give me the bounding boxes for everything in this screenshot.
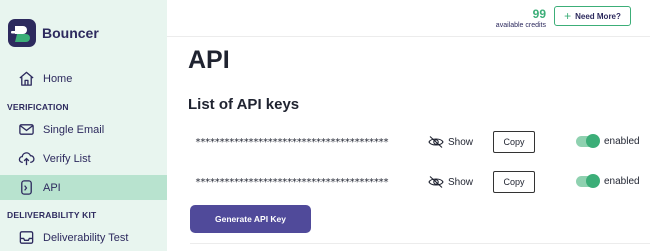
sidebar-item-label: Home — [43, 72, 73, 85]
generate-api-key-button[interactable]: Generate API Key — [190, 205, 311, 233]
section-label-deliverability-kit: DELIVERABILITY KIT — [7, 210, 97, 220]
eye-off-icon — [428, 136, 444, 148]
show-label: Show — [448, 176, 474, 188]
sidebar-item-home[interactable]: Home — [0, 66, 167, 91]
topbar: 99 available credits + Need More? — [167, 0, 650, 37]
upload-cloud-icon — [17, 150, 35, 168]
need-more-label: Need More? — [575, 11, 621, 21]
sidebar-item-verify-list[interactable]: Verify List — [0, 146, 167, 171]
api-key-masked: **************************************** — [195, 137, 389, 148]
sidebar-item-single-email[interactable]: Single Email — [0, 117, 167, 142]
credits-label: available credits — [495, 22, 546, 29]
api-icon — [17, 179, 35, 197]
sidebar-item-label: Deliverability Test — [43, 231, 129, 244]
home-icon — [17, 70, 35, 88]
copy-button[interactable]: Copy — [493, 171, 535, 193]
show-key-toggle[interactable]: Show — [428, 175, 473, 189]
toggle-knob — [586, 134, 600, 148]
api-key-masked: **************************************** — [195, 177, 389, 188]
section-label-verification: VERIFICATION — [7, 102, 69, 112]
need-more-button[interactable]: + Need More? — [554, 6, 631, 26]
divider — [190, 243, 650, 244]
mail-icon — [17, 121, 35, 139]
enable-toggle[interactable] — [576, 174, 600, 188]
copy-button[interactable]: Copy — [493, 131, 535, 153]
status-label: enabled — [604, 136, 640, 147]
sidebar-item-label: Single Email — [43, 123, 105, 136]
section-title: List of API keys — [188, 96, 300, 113]
status-label: enabled — [604, 176, 640, 187]
brand-name: Bouncer — [42, 25, 99, 41]
sidebar-item-api[interactable]: API — [0, 175, 167, 200]
api-key-row: ****************************************… — [167, 171, 650, 195]
sidebar-item-label: API — [43, 181, 61, 194]
api-key-row: ****************************************… — [167, 131, 650, 155]
eye-off-icon — [428, 176, 444, 188]
credits-count: 99 — [532, 7, 546, 21]
enable-toggle[interactable] — [576, 134, 600, 148]
sidebar: Bouncer Home VERIFICATION Single Email V… — [0, 0, 167, 251]
toggle-knob — [586, 174, 600, 188]
show-key-toggle[interactable]: Show — [428, 135, 473, 149]
show-label: Show — [448, 136, 474, 148]
plus-icon: + — [564, 9, 572, 23]
sidebar-item-label: Verify List — [43, 152, 91, 165]
sidebar-item-deliverability-test[interactable]: Deliverability Test — [0, 225, 167, 250]
credits-display: 99 available credits — [496, 7, 546, 30]
bouncer-logo-icon — [8, 19, 36, 47]
inbox-icon — [17, 229, 35, 247]
brand-logo[interactable]: Bouncer — [8, 19, 99, 47]
main-content: 99 available credits + Need More? API Li… — [167, 0, 650, 251]
page-title: API — [188, 46, 230, 74]
